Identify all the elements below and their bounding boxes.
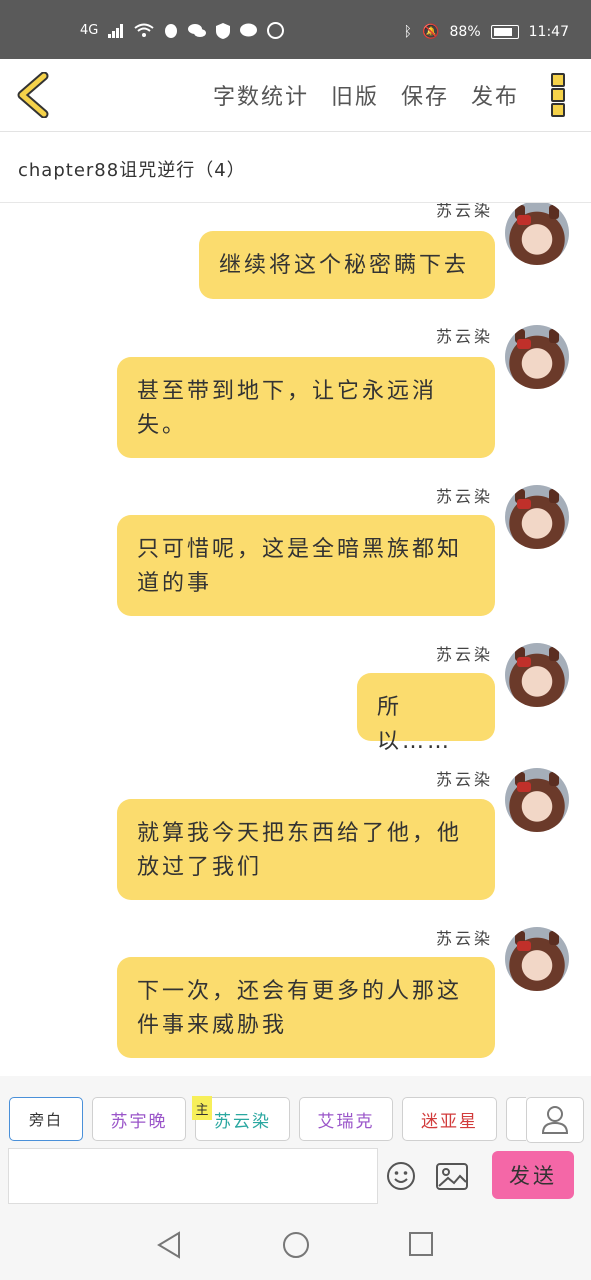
message-bubble[interactable]: 就算我今天把东西给了他，他放过了我们 [117,799,495,900]
back-icon[interactable] [14,72,54,118]
bluetooth-icon: ᛒ [403,24,413,40]
more-menu-icon[interactable] [551,73,567,117]
nav-recents-icon[interactable] [408,1231,434,1257]
avatar [505,768,569,832]
character-chip-partial[interactable] [506,1097,526,1141]
app-icon [267,22,285,39]
clock: 11:47 [528,24,569,40]
wifi-icon [134,23,154,37]
image-icon[interactable] [436,1163,468,1190]
main-character-badge: 主 [192,1096,212,1120]
avatar [505,325,569,389]
character-chip-narration[interactable]: 旁白 [9,1097,83,1141]
character-bar [0,1076,591,1146]
message-input[interactable] [8,1148,378,1204]
message-bubble[interactable]: 只可惜呢，这是全暗黑族都知道的事 [117,515,495,616]
chapter-title[interactable]: chapter88诅咒逆行（4） [18,156,246,182]
sender-name: 苏云染 [435,487,493,506]
character-chip[interactable]: 迷亚星 [402,1097,497,1141]
nav-back-icon[interactable] [157,1231,181,1259]
message-bubble[interactable]: 继续将这个秘密瞒下去 [199,231,495,299]
message-bubble[interactable]: 甚至带到地下，让它永远消失。 [117,357,495,458]
emoji-icon[interactable] [386,1161,416,1191]
chapter-title-bar: chapter88诅咒逆行（4） [0,132,591,203]
message-bubble[interactable]: 所以…… [357,673,495,754]
message-icon [240,23,258,37]
sender-name: 苏云染 [435,645,493,664]
network-indicator: 4G [80,23,99,38]
avatar [505,643,569,707]
character-chip[interactable]: 艾瑞克 [299,1097,393,1141]
battery-icon [490,25,519,39]
sender-name: 苏云染 [435,327,493,346]
word-count-button[interactable]: 字数统计 [213,79,309,111]
nav-home-icon[interactable] [282,1231,310,1259]
toolbar-menu: 字数统计 旧版 保存 发布 [213,79,519,111]
sender-name: 苏云染 [435,203,493,220]
character-chip[interactable]: 苏宇晚 [92,1097,186,1141]
chat-area[interactable]: 苏云染 继续将这个秘密瞒下去 苏云染 甚至带到地下，让它永远消失。 苏云染 只可… [0,203,591,1076]
battery-percent: 88% [449,24,481,40]
person-icon [541,1106,569,1134]
avatar [505,203,569,265]
status-bar: 4G ᛒ 🔕 88% 11:47 [0,0,591,59]
sender-name: 苏云染 [435,929,493,948]
signal-icon [108,23,124,38]
send-button[interactable]: 发送 [492,1151,574,1199]
shield-icon [216,22,231,39]
wechat-icon [188,24,207,37]
save-button[interactable]: 保存 [401,79,449,111]
sender-name: 苏云染 [435,770,493,789]
mute-icon: 🔕 [422,24,440,40]
top-toolbar: 字数统计 旧版 保存 发布 [0,59,591,132]
message-bubble[interactable]: 下一次，还会有更多的人那这件事来威胁我 [117,957,495,1058]
avatar [505,927,569,991]
qq-icon [165,23,178,38]
avatar [505,485,569,549]
publish-button[interactable]: 发布 [471,79,519,111]
character-manage-button[interactable] [526,1097,584,1143]
old-version-button[interactable]: 旧版 [331,79,379,111]
